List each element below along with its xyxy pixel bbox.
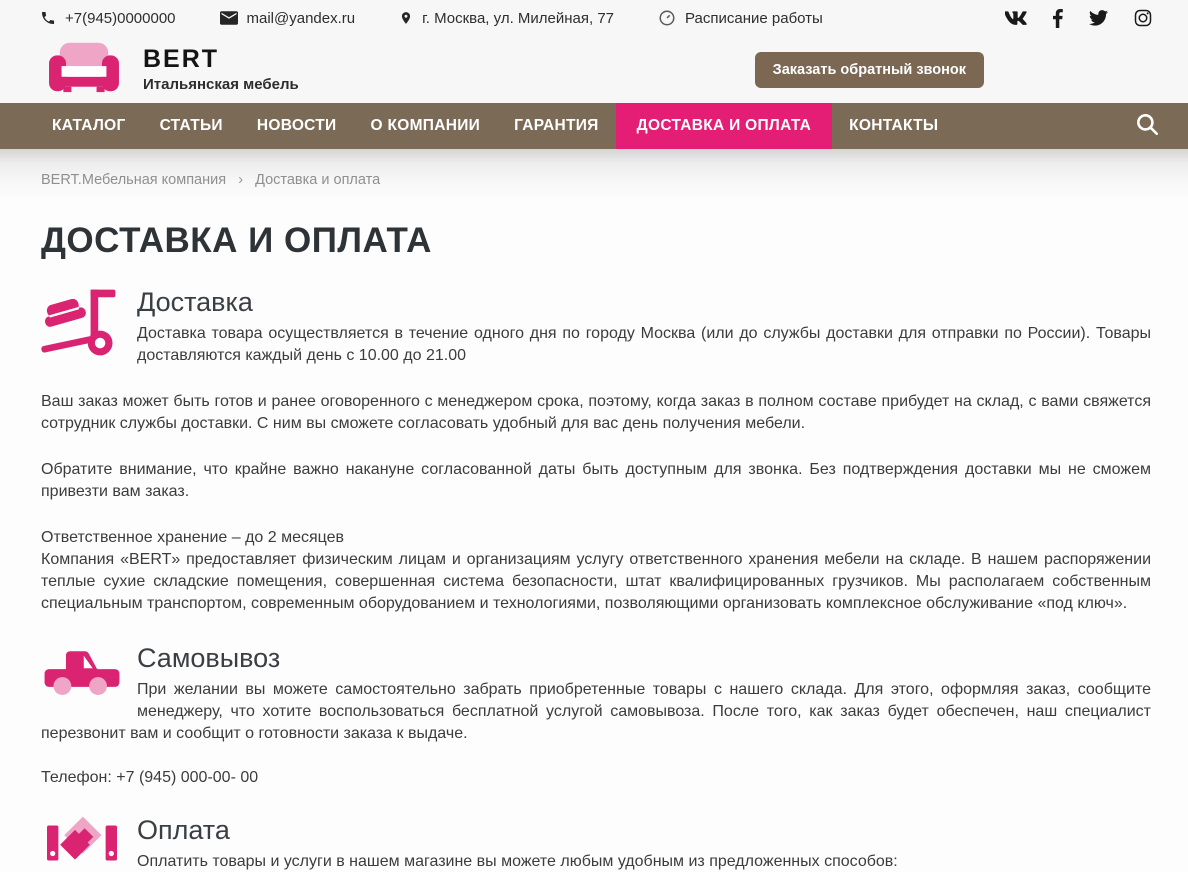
nav-item-articles[interactable]: СТАТЬИ [143, 103, 240, 149]
delivery-intro-text: Доставка товара осуществляется в течение… [41, 323, 1151, 367]
main-nav: КАТАЛОГ СТАТЬИ НОВОСТИ О КОМПАНИИ ГАРАНТ… [0, 103, 1188, 149]
location-pin-icon [399, 9, 413, 27]
payment-heading: Оплата [41, 815, 1151, 846]
brand-tagline: Итальянская мебель [143, 76, 299, 93]
storage-block: Ответственное хранение – до 2 месяцев Ко… [41, 527, 1151, 615]
brand-name: BERT [143, 46, 299, 74]
pickup-phone-line: Телефон: +7 (945) 000-00- 00 [41, 769, 1151, 787]
breadcrumb-zone: BERT.Мебельная компания › Доставка и опл… [0, 149, 1188, 197]
nav-item-warranty[interactable]: ГАРАНТИЯ [497, 103, 616, 149]
callback-button[interactable]: Заказать обратный звонок [755, 52, 984, 88]
sofa-logo-icon [41, 41, 127, 98]
top-info-bar: +7(945)0000000 mail@yandex.ru г. Москва,… [0, 0, 1188, 36]
payment-section: Оплата Оплатить товары и услуги в нашем … [41, 815, 1151, 872]
site-logo[interactable]: BERT Итальянская мебель [41, 41, 299, 98]
nav-item-about[interactable]: О КОМПАНИИ [354, 103, 498, 149]
topbar-email-text: mail@yandex.ru [247, 10, 356, 27]
main-content: ДОСТАВКА И ОПЛАТА Доставка Доставка това… [0, 197, 1188, 872]
delivery-section: Доставка Доставка товара осуществляется … [41, 287, 1151, 367]
vk-icon[interactable] [1005, 11, 1027, 25]
nav-item-catalog[interactable]: КАТАЛОГ [35, 103, 143, 149]
storage-title: Ответственное хранение – до 2 месяцев [41, 529, 344, 546]
search-icon [1134, 111, 1160, 142]
instagram-icon[interactable] [1134, 9, 1152, 27]
payment-text: Оплатить товары и услуги в нашем магазин… [41, 851, 1151, 872]
topbar-schedule[interactable]: Расписание работы [658, 9, 823, 27]
phone-icon [40, 10, 56, 26]
storage-text: Компания «BERT» предоставляет физическим… [41, 551, 1151, 612]
delivery-paragraph-1: Ваш заказ может быть готов и ранее огово… [41, 391, 1151, 435]
pickup-section: Самовывоз При желании вы можете самостоя… [41, 643, 1151, 745]
mail-icon [220, 11, 238, 25]
nav-item-delivery-payment[interactable]: ДОСТАВКА И ОПЛАТА [616, 103, 832, 149]
breadcrumb-home[interactable]: BERT.Мебельная компания [41, 172, 226, 188]
pickup-car-icon [41, 643, 123, 702]
facebook-icon[interactable] [1053, 9, 1063, 28]
site-header: BERT Итальянская мебель Заказать обратны… [0, 36, 1188, 103]
topbar-phone[interactable]: +7(945)0000000 [40, 10, 176, 27]
page-title: ДОСТАВКА И ОПЛАТА [41, 221, 1151, 261]
breadcrumb-current: Доставка и оплата [255, 172, 380, 188]
pickup-text: При желании вы можете самостоятельно заб… [41, 679, 1151, 745]
topbar-address-text: г. Москва, ул. Милейная, 77 [422, 10, 614, 27]
breadcrumb: BERT.Мебельная компания › Доставка и опл… [41, 171, 1147, 188]
clock-icon [658, 9, 676, 27]
delivery-heading: Доставка [41, 287, 1151, 318]
topbar-email[interactable]: mail@yandex.ru [220, 10, 356, 27]
topbar-address: г. Москва, ул. Милейная, 77 [399, 9, 614, 27]
topbar-phone-text: +7(945)0000000 [65, 10, 176, 27]
nav-item-news[interactable]: НОВОСТИ [240, 103, 354, 149]
topbar-schedule-text: Расписание работы [685, 10, 823, 27]
handshake-icon [41, 815, 123, 872]
delivery-paragraph-2: Обратите внимание, что крайне важно нака… [41, 459, 1151, 503]
search-button[interactable] [1106, 103, 1188, 149]
social-links [1005, 9, 1152, 28]
delivery-truck-icon [41, 287, 123, 364]
twitter-icon[interactable] [1089, 10, 1108, 26]
nav-item-contacts[interactable]: КОНТАКТЫ [832, 103, 955, 149]
pickup-heading: Самовывоз [41, 643, 1151, 674]
breadcrumb-separator-icon: › [238, 171, 243, 188]
